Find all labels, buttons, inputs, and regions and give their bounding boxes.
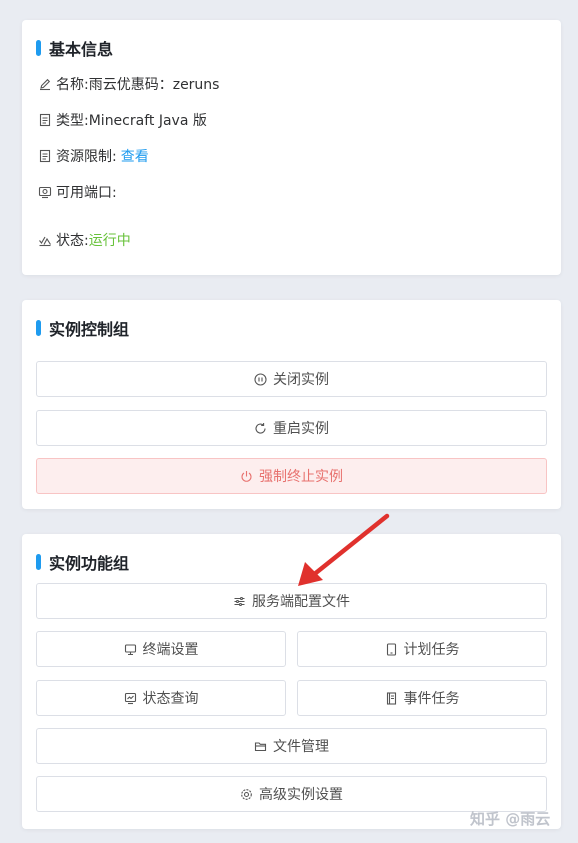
- info-row-ports: 可用端口:: [38, 182, 117, 202]
- info-row-status: 状态: 运行中: [38, 230, 131, 250]
- info-row-name: 名称: 雨云优惠码：zeruns: [38, 74, 219, 94]
- chart-monitor-icon: [124, 692, 137, 705]
- title-accent-bar: [36, 320, 41, 336]
- scheduled-tasks-button[interactable]: 计划任务: [297, 631, 547, 667]
- close-instance-label: 关闭实例: [273, 372, 329, 388]
- advanced-settings-label: 高级实例设置: [259, 787, 343, 803]
- terminal-settings-label: 终端设置: [142, 642, 199, 658]
- pen-icon: [38, 77, 52, 91]
- monitor-icon: [124, 643, 137, 656]
- control-group-title: 实例控制组: [36, 316, 129, 340]
- status-value: 运行中: [88, 233, 131, 249]
- advanced-settings-button[interactable]: 高级实例设置: [36, 776, 547, 812]
- function-group-title: 实例功能组: [36, 550, 129, 574]
- control-group-title-text: 实例控制组: [49, 320, 130, 339]
- control-group-card: 实例控制组 关闭实例 重启实例 强制终止实例: [22, 300, 561, 509]
- close-instance-button[interactable]: 关闭实例: [36, 361, 547, 397]
- basic-info-title-text: 基本信息: [49, 40, 114, 59]
- event-tasks-label: 事件任务: [403, 691, 460, 707]
- view-limit-link[interactable]: 查看: [121, 146, 149, 166]
- status-query-button[interactable]: 状态查询: [36, 680, 286, 716]
- folder-icon: [254, 740, 267, 753]
- info-row-limit: 资源限制: 查看: [38, 146, 149, 166]
- annotation-arrow: [298, 513, 390, 586]
- name-label: 名称:: [56, 77, 89, 93]
- status-query-label: 状态查询: [142, 691, 199, 707]
- basic-info-card: 基本信息 名称: 雨云优惠码：zeruns 类型: Minecraft Java…: [22, 20, 561, 275]
- watermark-text: 知乎 @雨云: [470, 810, 551, 828]
- sliders-icon: [233, 595, 246, 608]
- power-icon: [240, 470, 253, 483]
- kill-instance-label: 强制终止实例: [259, 469, 343, 485]
- document-icon: [38, 113, 52, 127]
- scheduled-tasks-label: 计划任务: [403, 642, 460, 658]
- limit-label: 资源限制:: [56, 149, 117, 165]
- type-label: 类型:: [56, 113, 89, 129]
- terminal-settings-button[interactable]: 终端设置: [36, 631, 286, 667]
- basic-info-title: 基本信息: [36, 36, 113, 60]
- event-tasks-button[interactable]: 事件任务: [297, 680, 547, 716]
- port-icon: [38, 185, 52, 199]
- status-label: 状态:: [56, 233, 89, 249]
- name-value: 雨云优惠码：zeruns: [88, 77, 220, 93]
- document-icon: [38, 149, 52, 163]
- function-group-title-text: 实例功能组: [49, 554, 130, 573]
- kill-instance-button[interactable]: 强制终止实例: [36, 458, 547, 494]
- restart-instance-label: 重启实例: [273, 421, 329, 437]
- ports-label: 可用端口:: [56, 185, 117, 201]
- type-value: Minecraft Java 版: [88, 113, 207, 129]
- restart-instance-button[interactable]: 重启实例: [36, 410, 547, 446]
- file-manager-label: 文件管理: [273, 739, 329, 755]
- notebook-icon: [385, 691, 398, 705]
- file-manager-button[interactable]: 文件管理: [36, 728, 547, 764]
- title-accent-bar: [36, 40, 41, 56]
- refresh-icon: [254, 422, 267, 435]
- title-accent-bar: [36, 554, 41, 570]
- tablet-icon: [385, 642, 398, 656]
- pause-icon: [254, 372, 267, 386]
- status-icon: [38, 233, 52, 247]
- gear-icon: [240, 788, 253, 801]
- info-row-type: 类型: Minecraft Java 版: [38, 110, 207, 130]
